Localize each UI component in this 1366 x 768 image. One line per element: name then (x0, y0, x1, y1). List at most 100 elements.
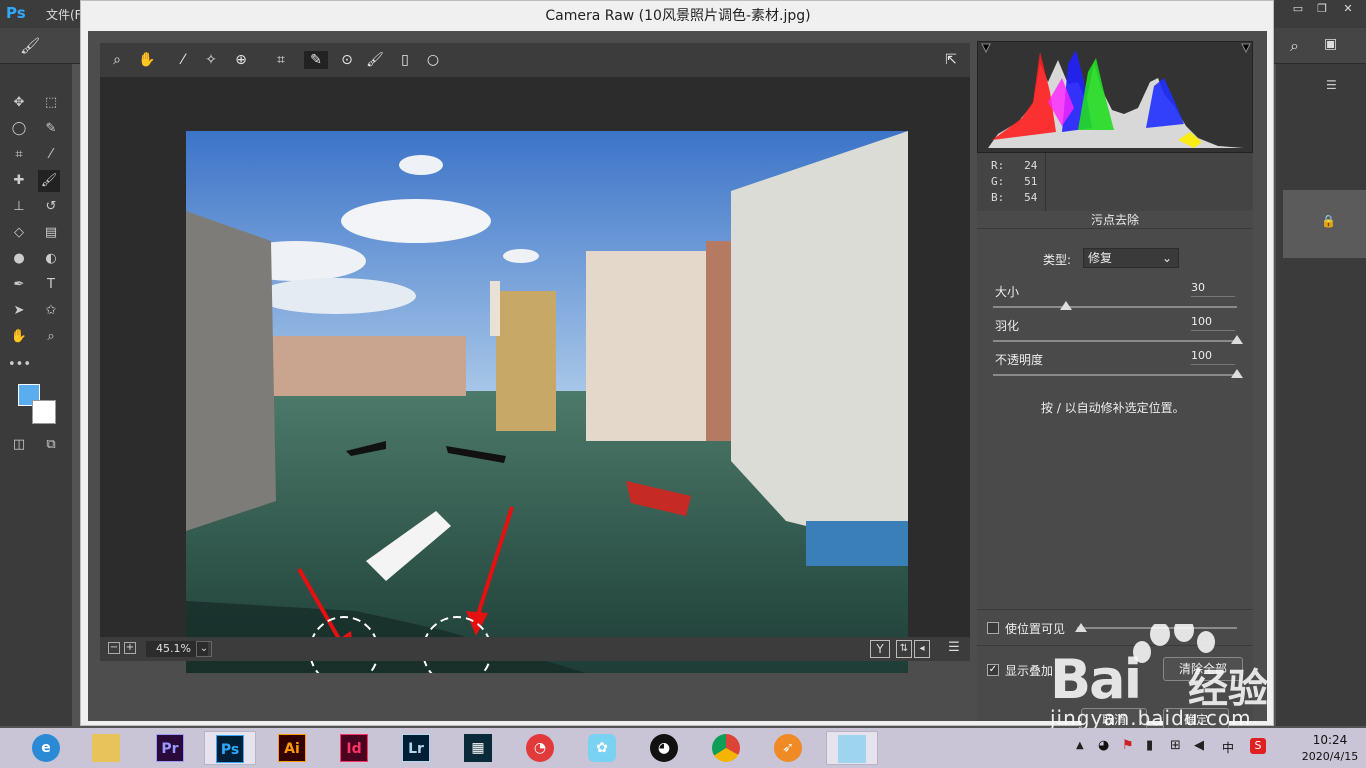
qq-penguin-icon: ◕ (650, 734, 678, 762)
dialog-body: ⌕ ✋ ⁄ ✧ ⊕ ⌗ ✎ ⊙ 🖌 ▯ ○ ⇱ − + 45.1% ⌄ Y ⇅ … (88, 31, 1267, 732)
healing-tool-icon[interactable]: ✚ (8, 170, 30, 192)
venice-photo[interactable] (186, 131, 908, 673)
copy-settings-icon[interactable]: ◂ (914, 640, 930, 658)
radial-filter-icon[interactable]: ○ (424, 51, 442, 69)
blur-tool-icon[interactable]: ● (8, 248, 30, 270)
type-select[interactable]: 修复 ⌄ (1083, 248, 1179, 268)
show-overlay-checkbox[interactable]: ✓ (987, 664, 999, 676)
type-tool-icon[interactable]: T (40, 274, 62, 296)
clock-time[interactable]: 10:24 (1300, 733, 1360, 747)
qq-tray-icon[interactable]: ◕ (1098, 738, 1109, 753)
shape-tool-icon[interactable]: ✩ (40, 300, 62, 322)
visualize-spots-checkbox[interactable] (987, 622, 999, 634)
taskbar-photoshop[interactable]: Ps (204, 731, 256, 765)
feather-slider-thumb[interactable] (1231, 335, 1243, 344)
taskbar-qq[interactable]: ◕ (638, 731, 690, 765)
layer-row[interactable]: 🔒 (1283, 190, 1366, 258)
white-balance-icon[interactable]: ⁄ (174, 51, 192, 69)
sogou-ime-icon[interactable]: S (1250, 738, 1266, 754)
color-sampler-icon[interactable]: ✧ (202, 51, 220, 69)
lasso-tool-icon[interactable]: ◯ (8, 118, 30, 140)
taskbar-video-editor[interactable]: ▦ (452, 731, 504, 765)
show-hidden-icons[interactable]: ▲ (1076, 740, 1084, 751)
taskbar-chrome[interactable] (700, 731, 752, 765)
dodge-tool-icon[interactable]: ◐ (40, 248, 62, 270)
panel-menu-icon[interactable]: ☰ (1326, 78, 1337, 92)
zoom-out-button[interactable]: − (108, 642, 120, 654)
clock-date[interactable]: 2020/4/15 (1296, 750, 1364, 763)
pen-tool-icon[interactable]: ✒ (8, 274, 30, 296)
crop-icon[interactable]: ⌗ (272, 51, 290, 69)
taskbar-app-orange[interactable]: ➶ (762, 731, 814, 765)
feather-value[interactable]: 100 (1191, 315, 1235, 331)
battery-icon[interactable]: ▮ (1146, 738, 1153, 753)
divider (1045, 153, 1046, 211)
photo-illustration (186, 131, 908, 673)
more-tools-icon[interactable]: ••• (8, 354, 31, 376)
graduated-filter-icon[interactable]: ▯ (396, 51, 414, 69)
auto-heal-hint: 按 / 以自动修补选定位置。 (1041, 401, 1185, 415)
taskbar-browser[interactable]: e (20, 731, 72, 765)
quick-select-icon[interactable]: ✎ (40, 118, 62, 140)
taskbar-lightroom[interactable]: Lr (390, 731, 442, 765)
path-select-icon[interactable]: ➤ (8, 300, 30, 322)
target-adjust-icon[interactable]: ⊕ (232, 51, 250, 69)
stamp-tool-icon[interactable]: ⊥ (8, 196, 30, 218)
quick-mask-icon[interactable]: ◫ (8, 434, 30, 456)
crop-tool-icon[interactable]: ⌗ (8, 144, 30, 166)
zoom-tool-icon[interactable]: ⌕ (40, 326, 62, 348)
open-preferences-icon[interactable]: ⇱ (942, 51, 960, 69)
zoom-icon[interactable]: ⌕ (108, 51, 126, 69)
adjustment-brush-icon[interactable]: 🖌 (366, 51, 384, 69)
before-after-icon[interactable]: Y (870, 640, 890, 658)
opacity-slider-thumb[interactable] (1231, 369, 1243, 378)
size-value[interactable]: 30 (1191, 281, 1235, 297)
size-slider-track[interactable] (993, 306, 1237, 308)
move-tool-icon[interactable]: ✥ (8, 92, 30, 114)
taskbar-app-colorful[interactable]: ◔ (514, 731, 566, 765)
toggle-settings-icon[interactable]: ☰ (944, 640, 964, 658)
eyedropper-tool-icon[interactable]: ⁄ (40, 144, 62, 166)
eraser-tool-icon[interactable]: ◇ (8, 222, 30, 244)
network-icon[interactable]: ⊞ (1170, 738, 1181, 753)
security-tray-icon[interactable]: ⚑ (1122, 738, 1134, 753)
taskbar-illustrator[interactable]: Ai (266, 731, 318, 765)
workspace-icon[interactable]: ▣ (1324, 36, 1337, 52)
volume-icon[interactable]: ◀ (1194, 738, 1204, 753)
photoshop-icon: Ps (216, 735, 244, 763)
restore-icon[interactable]: ❐ (1310, 2, 1334, 18)
history-brush-icon[interactable]: ↺ (40, 196, 62, 218)
histogram-graph (981, 43, 1251, 148)
chrome-icon (712, 734, 740, 762)
taskbar-app-notes[interactable] (826, 731, 878, 765)
brush-tool-icon[interactable]: 🖌 (38, 170, 60, 192)
screen-mode-icon[interactable]: ⧉ (40, 434, 62, 456)
gradient-tool-icon[interactable]: ▤ (40, 222, 62, 244)
background-color-swatch[interactable] (32, 400, 56, 424)
brush-tool-icon[interactable]: 🖌 (20, 36, 40, 55)
spot-removal-icon[interactable]: ✎ (304, 51, 328, 69)
search-icon[interactable]: ⌕ (1290, 36, 1299, 56)
size-slider-thumb[interactable] (1060, 301, 1073, 310)
divider (977, 609, 1253, 610)
taskbar-premiere[interactable]: Pr (144, 731, 196, 765)
ime-indicator[interactable]: 中 (1222, 739, 1234, 756)
marquee-tool-icon[interactable]: ⬚ (40, 92, 62, 114)
rgb-readout: R: 24 G: 51 B: 54 (977, 153, 1253, 211)
zoom-in-button[interactable]: + (124, 642, 136, 654)
premiere-icon: Pr (156, 734, 184, 762)
hand-tool-icon[interactable]: ✋ (8, 326, 30, 348)
swap-icon[interactable]: ⇅ (896, 640, 912, 658)
taskbar-indesign[interactable]: Id (328, 731, 380, 765)
opacity-value[interactable]: 100 (1191, 349, 1235, 365)
close-icon[interactable]: ✕ (1336, 2, 1360, 18)
hand-icon[interactable]: ✋ (138, 51, 156, 69)
zoom-dropdown-icon[interactable]: ⌄ (196, 641, 212, 657)
taskbar-app-cat[interactable]: ✿ (576, 731, 628, 765)
opacity-slider-track[interactable] (993, 374, 1237, 376)
red-eye-icon[interactable]: ⊙ (338, 51, 356, 69)
feather-slider-track[interactable] (993, 340, 1237, 342)
menu-file[interactable]: 文件(F (46, 6, 82, 23)
minimize-icon[interactable]: ▭ (1286, 2, 1310, 18)
taskbar-file-explorer[interactable] (80, 731, 132, 765)
